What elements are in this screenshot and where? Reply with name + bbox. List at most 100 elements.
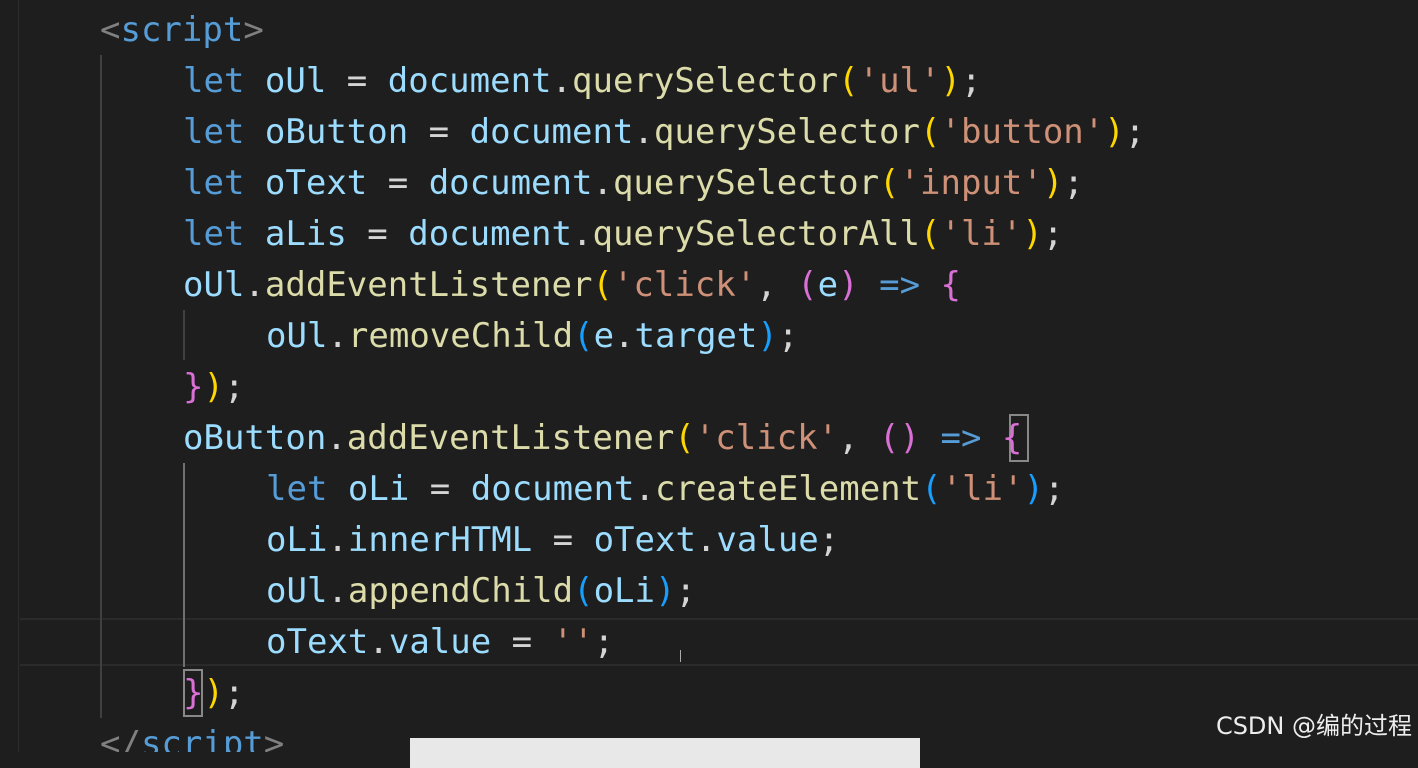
code-token: .	[327, 571, 348, 611]
code-token: .	[614, 316, 635, 356]
code-line[interactable]: </script>	[100, 719, 284, 752]
code-token: addEventListener	[264, 265, 593, 305]
editor-gutter-border	[18, 0, 19, 752]
code-token: oUl	[183, 265, 245, 305]
code-token: let	[183, 112, 245, 152]
code-line[interactable]: <script>	[100, 5, 264, 56]
code-line[interactable]: oText.value = '';	[266, 617, 614, 668]
code-token: =	[409, 469, 471, 509]
code-token: =	[532, 520, 594, 560]
code-token: oButton	[183, 418, 327, 458]
code-token: )	[1042, 163, 1064, 203]
code-token: =	[408, 112, 470, 152]
code-token: oUl	[264, 61, 327, 101]
code-line[interactable]: oUl.appendChild(oLi);	[266, 566, 696, 617]
code-line[interactable]: });	[183, 668, 244, 719]
code-token: .	[551, 61, 572, 101]
code-token: .	[634, 469, 655, 509]
code-token: e	[593, 316, 615, 356]
code-token: let	[183, 61, 245, 101]
code-line[interactable]: let oLi = document.createElement('li');	[266, 464, 1064, 515]
code-token: oLi	[347, 469, 410, 509]
code-token: ;	[223, 673, 245, 713]
code-token: }	[183, 673, 204, 713]
code-token: script	[120, 10, 244, 50]
code-line[interactable]: let oText = document.querySelector('inpu…	[183, 158, 1084, 209]
code-line[interactable]: let oUl = document.querySelector('ul');	[183, 56, 981, 107]
code-token: querySelectorAll	[592, 214, 920, 254]
code-token: 'button'	[940, 112, 1105, 152]
code-line[interactable]: oUl.removeChild(e.target);	[266, 311, 798, 362]
code-token: oButton	[264, 112, 409, 152]
indent-guide	[183, 310, 185, 360]
code-token: </	[100, 724, 141, 752]
code-token: =	[326, 61, 388, 101]
code-token: addEventListener	[346, 418, 675, 458]
code-token: (	[919, 112, 941, 152]
code-token: ;	[818, 520, 840, 560]
code-token: createElement	[655, 469, 922, 509]
code-token: )	[940, 61, 961, 101]
code-token: .	[327, 316, 348, 356]
code-token: {	[1001, 418, 1023, 458]
code-token: querySelector	[653, 112, 920, 152]
indent-guide-active	[183, 463, 185, 667]
code-token: script	[140, 724, 264, 752]
code-line[interactable]: let oButton = document.querySelector('bu…	[183, 107, 1145, 158]
code-token: (	[573, 571, 594, 611]
code-token: value	[388, 622, 492, 662]
code-token: .	[327, 520, 348, 560]
indent-guide	[100, 55, 102, 718]
current-line-highlight	[20, 618, 1418, 666]
code-line[interactable]: let aLis = document.querySelectorAll('li…	[183, 209, 1063, 260]
code-line[interactable]: });	[183, 362, 244, 413]
code-token: ()	[879, 418, 920, 458]
code-token: document	[469, 112, 634, 152]
code-token: ;	[1042, 214, 1064, 254]
code-token: (	[573, 316, 594, 356]
code-token: oLi	[266, 520, 328, 560]
code-token: document	[470, 469, 635, 509]
code-token: ;	[675, 571, 696, 611]
code-token: .	[368, 622, 389, 662]
code-token: (	[879, 163, 900, 203]
code-token: >	[263, 724, 285, 752]
code-token: .	[695, 520, 717, 560]
code-token: }	[183, 367, 204, 407]
code-token: document	[387, 61, 552, 101]
code-token: removeChild	[347, 316, 574, 356]
code-token: ;	[777, 316, 799, 356]
code-token: (	[592, 265, 613, 305]
code-token: (	[919, 214, 941, 254]
code-token: )	[1104, 112, 1125, 152]
code-line[interactable]: oLi.innerHTML = oText.value;	[266, 515, 839, 566]
code-token: )	[757, 316, 778, 356]
code-token: ;	[593, 622, 615, 662]
code-token: oText	[593, 520, 696, 560]
code-token: (	[838, 61, 859, 101]
code-token: let	[266, 469, 328, 509]
code-token: .	[633, 112, 654, 152]
code-token: )	[1022, 214, 1043, 254]
code-token: ;	[223, 367, 245, 407]
code-token: 'click'	[694, 418, 839, 458]
code-token: oText	[264, 163, 368, 203]
code-token: let	[183, 163, 245, 203]
code-token: )	[203, 673, 224, 713]
code-editor[interactable]: <script> let oUl = document.querySelector…	[0, 0, 1418, 752]
code-token: 'input'	[899, 163, 1043, 203]
code-token: 'ul'	[858, 61, 941, 101]
code-token: ,	[838, 418, 880, 458]
code-token: querySelector	[612, 163, 880, 203]
code-token: 'click'	[612, 265, 757, 305]
code-line[interactable]: oButton.addEventListener('click', () => …	[183, 413, 1022, 464]
code-token: (	[674, 418, 695, 458]
code-line[interactable]: oUl.addEventListener('click', (e) => {	[183, 260, 961, 311]
subtitle-overlay	[410, 738, 920, 768]
